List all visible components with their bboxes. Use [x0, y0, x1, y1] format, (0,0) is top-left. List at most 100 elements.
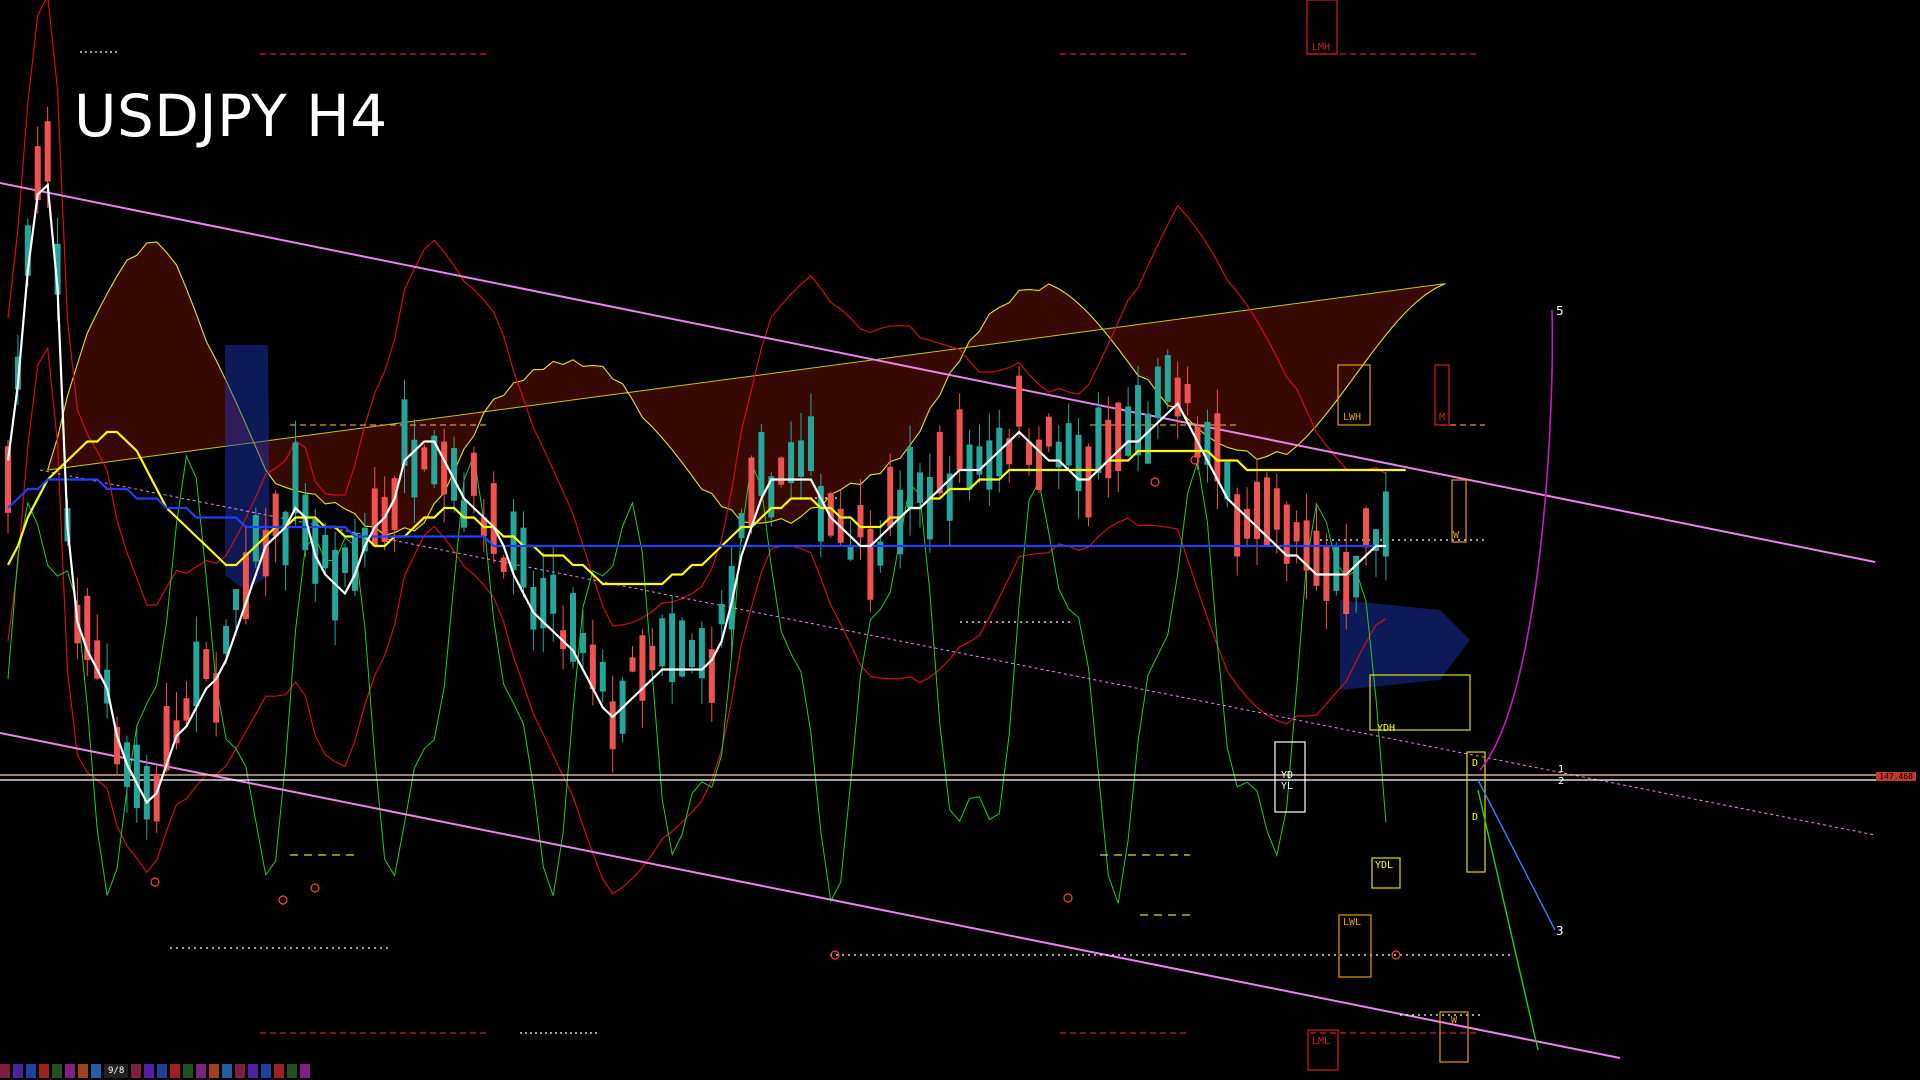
channel-lower [0, 732, 1621, 1059]
label-lml: LML [1312, 1036, 1331, 1047]
timeframe-swatch[interactable] [91, 1064, 101, 1078]
candle-body [907, 447, 914, 509]
timeframe-swatch[interactable] [222, 1064, 233, 1078]
candle-body [153, 773, 160, 822]
candle-body [1293, 522, 1300, 542]
candle-body [550, 574, 557, 614]
candle-body [1026, 441, 1033, 465]
wave-label-3: 3 [1556, 924, 1564, 938]
swing-marker [278, 895, 288, 905]
candle-body [1214, 413, 1221, 482]
wave-label-2: 2 [1558, 776, 1565, 787]
label-lwl: LWL [1343, 917, 1362, 928]
candle-body [718, 604, 725, 625]
swing-marker [150, 877, 160, 887]
candle-body [1135, 385, 1142, 456]
candle-body [748, 457, 755, 527]
candle-body [758, 431, 765, 496]
candle-body [1075, 434, 1082, 492]
projection-wave3 [1477, 779, 1556, 931]
timeframe-swatch[interactable] [39, 1064, 49, 1078]
cloud-blue-patch [1340, 600, 1470, 690]
timeframe-swatch[interactable] [248, 1064, 259, 1078]
candle-body [1164, 355, 1171, 402]
candle-body [857, 505, 864, 538]
timeframe-swatch[interactable] [131, 1064, 142, 1078]
timeframe-swatch[interactable] [274, 1064, 285, 1078]
timeframe-swatch[interactable] [300, 1064, 311, 1078]
candle-body [1343, 551, 1350, 614]
candle-body [916, 472, 923, 503]
candle-body [401, 399, 408, 466]
projection-wave5 [1479, 309, 1554, 771]
candle-body [252, 515, 259, 562]
candle-body [1363, 508, 1370, 548]
candle-body [986, 440, 993, 490]
timeframe-swatch[interactable] [144, 1064, 155, 1078]
timeframe-swatch[interactable] [170, 1064, 181, 1078]
candle-body [232, 589, 239, 611]
candle-body [1273, 488, 1280, 530]
timeframe-strip[interactable]: 9/8 [0, 1064, 313, 1078]
candle-body [688, 640, 695, 668]
label-w-bot: W [1451, 1015, 1458, 1026]
timeframe-swatch[interactable] [209, 1064, 220, 1078]
candle-body [1244, 508, 1251, 539]
swing-marker [310, 883, 320, 893]
candle-body [223, 625, 230, 654]
candle-body [698, 628, 705, 679]
price-chart[interactable] [0, 0, 1920, 1080]
label-ydl: YDL [1375, 860, 1394, 871]
candle-body [966, 444, 973, 490]
timeframe-swatch[interactable] [26, 1064, 36, 1078]
chart-title: USDJPY H4 [74, 82, 388, 150]
candle-body [143, 765, 150, 820]
candle-body [500, 557, 507, 573]
timeframe-swatch[interactable] [0, 1064, 10, 1078]
candle-body [579, 632, 586, 654]
timeframe-swatch[interactable] [196, 1064, 207, 1078]
candle-body [798, 440, 805, 477]
candle-body [1095, 407, 1102, 473]
candle-body [441, 441, 448, 495]
candle-body [1085, 446, 1092, 518]
candle-body [183, 698, 190, 721]
candle-body [292, 442, 299, 514]
candle-body [738, 513, 745, 539]
timeframe-swatch[interactable] [287, 1064, 298, 1078]
timeframe-swatch[interactable] [157, 1064, 168, 1078]
candle-body [203, 649, 210, 680]
candle-body [351, 532, 358, 591]
candle-body [44, 121, 51, 182]
candle-body [609, 701, 616, 750]
candle-body [679, 620, 686, 677]
candle-body [193, 641, 200, 707]
candle-body [1016, 375, 1023, 427]
timeframe-swatch[interactable] [235, 1064, 246, 1078]
candle-body [807, 416, 814, 472]
candle-body [1065, 423, 1072, 466]
timeframe-swatch[interactable] [183, 1064, 194, 1078]
timeframe-swatch[interactable] [52, 1064, 62, 1078]
candle-body [133, 744, 140, 809]
strip-label: 9/8 [104, 1064, 129, 1078]
candle-body [510, 511, 517, 571]
candle-body [1045, 416, 1052, 447]
candle-body [669, 613, 676, 683]
candle-body [956, 409, 963, 470]
candle-body [342, 547, 349, 573]
label-ydh: YDH [1377, 723, 1396, 734]
swing-marker [1063, 893, 1073, 903]
label-lwh: LWH [1343, 412, 1362, 423]
candle-body [1333, 545, 1340, 591]
candle-body [936, 431, 943, 494]
timeframe-swatch[interactable] [13, 1064, 23, 1078]
timeframe-swatch[interactable] [261, 1064, 272, 1078]
candle-body [867, 528, 874, 600]
candle-body [659, 618, 666, 667]
candle-body [599, 661, 606, 692]
timeframe-swatch[interactable] [78, 1064, 88, 1078]
candle-body [1144, 413, 1151, 464]
candle-body [788, 442, 795, 484]
timeframe-swatch[interactable] [65, 1064, 75, 1078]
